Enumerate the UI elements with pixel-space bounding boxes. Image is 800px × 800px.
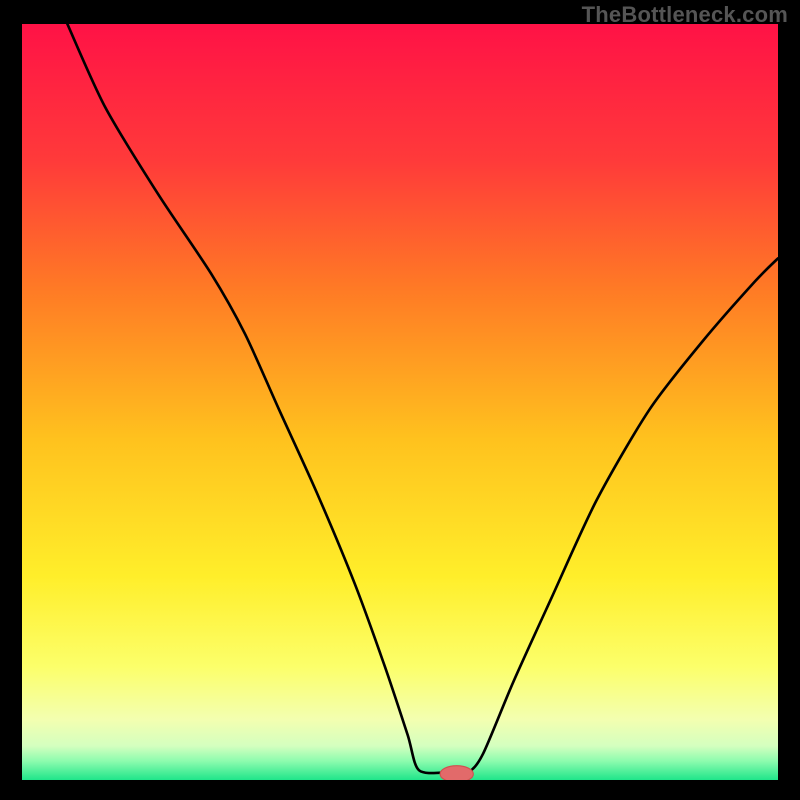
- plot-area: [22, 24, 778, 780]
- gradient-background: [22, 24, 778, 780]
- watermark-text: TheBottleneck.com: [582, 2, 788, 28]
- chart-container: TheBottleneck.com: [0, 0, 800, 800]
- optimum-marker: [440, 766, 473, 780]
- chart-svg: [22, 24, 778, 780]
